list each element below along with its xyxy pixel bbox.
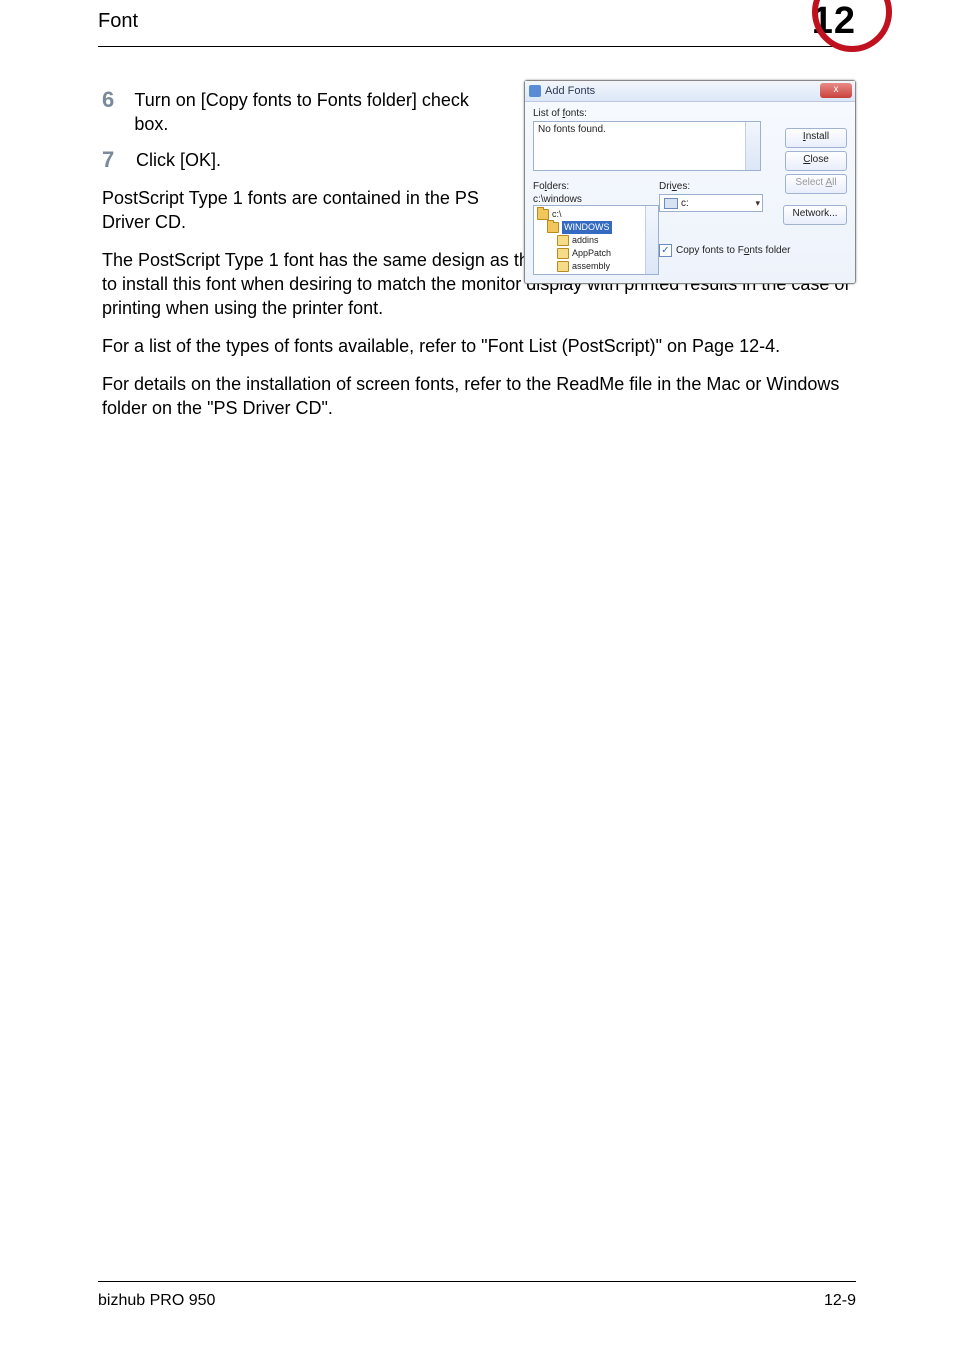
copy-fonts-checkbox-label: Copy fonts to Fonts folder	[676, 245, 791, 256]
select-all-button[interactable]: Select All	[785, 174, 847, 194]
step-number-6: 6	[102, 88, 134, 112]
add-fonts-dialog-screenshot: Add Fonts x List of fonts: No fonts foun…	[524, 80, 856, 284]
network-button[interactable]: Network...	[783, 205, 847, 225]
check-icon: ✓	[661, 246, 669, 256]
paragraph-4: For details on the installation of scree…	[102, 372, 856, 420]
footer-page-number: 12-9	[824, 1292, 856, 1310]
tree-item[interactable]: assembly	[572, 260, 610, 273]
folders-tree[interactable]: c:\ WINDOWS addins AppPatch assembly	[533, 205, 659, 275]
close-icon: x	[834, 84, 839, 95]
drive-value: c:	[681, 198, 689, 209]
tree-selected[interactable]: WINDOWS	[562, 221, 612, 234]
fonts-listbox-empty-text: No fonts found.	[538, 124, 606, 135]
step-7-text: Click [OK].	[136, 148, 490, 172]
fonts-listbox[interactable]: No fonts found.	[533, 121, 761, 171]
list-of-fonts-label: List of fonts:	[533, 108, 847, 119]
paragraph-1: PostScript Type 1 fonts are contained in…	[102, 186, 490, 234]
step-number-7: 7	[102, 148, 136, 172]
copy-fonts-checkbox[interactable]: ✓	[659, 244, 672, 257]
section-title: Font	[98, 10, 138, 33]
close-button[interactable]: x	[820, 83, 852, 98]
drives-combobox[interactable]: c: ▾	[659, 194, 763, 212]
dialog-title: Add Fonts	[545, 85, 595, 97]
folder-open-icon	[547, 222, 559, 233]
drive-icon	[664, 198, 678, 209]
chevron-down-icon: ▾	[755, 198, 760, 209]
step-6-text: Turn on [Copy fonts to Fonts folder] che…	[134, 88, 490, 136]
dialog-titlebar: Add Fonts x	[525, 81, 855, 102]
folder-icon	[557, 235, 569, 246]
tree-item[interactable]: AppPatch	[572, 247, 611, 260]
paragraph-3: For a list of the types of fonts availab…	[102, 334, 856, 358]
close-dialog-button[interactable]: Close	[785, 151, 847, 171]
folders-label: Folders:	[533, 181, 651, 192]
corner-circle-decoration	[812, 0, 892, 52]
footer-product: bizhub PRO 950	[98, 1292, 215, 1310]
folders-path: c:\windows	[533, 194, 582, 205]
folder-icon	[557, 248, 569, 259]
tree-item[interactable]: addins	[572, 234, 599, 247]
install-button[interactable]: Install	[785, 128, 847, 148]
fonts-app-icon	[529, 85, 541, 97]
folder-open-icon	[537, 209, 549, 220]
folder-icon	[557, 261, 569, 272]
